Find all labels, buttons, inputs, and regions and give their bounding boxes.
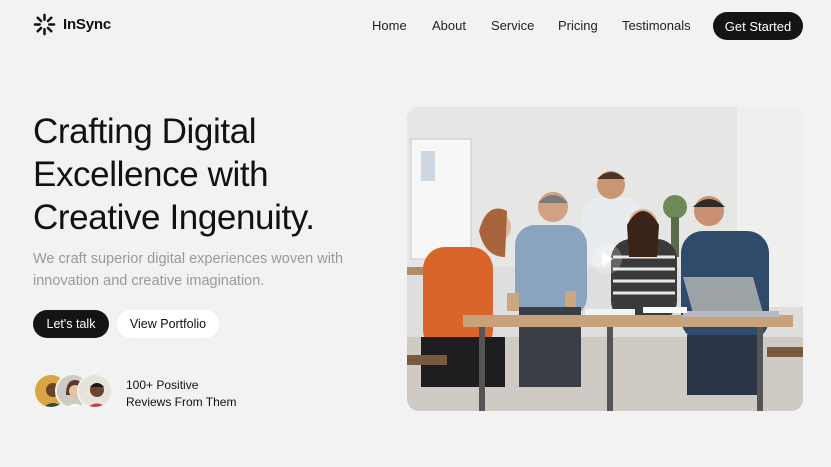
nav-link-about[interactable]: About	[432, 18, 466, 33]
top-nav: InSync Home About Service Pricing Testim…	[0, 0, 831, 50]
play-icon	[602, 252, 613, 266]
hero-title: Crafting Digital Excellence with Creativ…	[33, 110, 393, 239]
sunburst-logo-icon	[33, 13, 56, 36]
get-started-button[interactable]: Get Started	[713, 12, 803, 40]
reviews-caption: 100+ Positive Reviews From Them	[126, 377, 236, 411]
hero-title-line: Excellence with	[33, 155, 269, 194]
play-video-button[interactable]	[592, 244, 622, 274]
hero-title-line: Crafting Digital	[33, 112, 257, 151]
hero-title-line: Creative Ingenuity.	[33, 198, 315, 237]
nav-link-testimonials[interactable]: Testimonals	[622, 18, 691, 33]
reviewer-avatars	[33, 373, 115, 411]
reviews-count: 100+ Positive	[126, 378, 199, 392]
hero-subtitle: We craft superior digital experiences wo…	[33, 251, 344, 289]
nav-link-home[interactable]: Home	[372, 18, 407, 33]
nav-link-service[interactable]: Service	[491, 18, 534, 33]
lets-talk-button[interactable]: Let's talk	[33, 310, 109, 338]
brand-name: InSync	[63, 16, 111, 33]
nav-link-pricing[interactable]: Pricing	[558, 18, 598, 33]
brand-logo[interactable]: InSync	[33, 13, 111, 36]
person-avatar-icon	[77, 373, 113, 409]
reviews-label: Reviews From Them	[126, 395, 237, 409]
view-portfolio-button[interactable]: View Portfolio	[117, 310, 219, 338]
